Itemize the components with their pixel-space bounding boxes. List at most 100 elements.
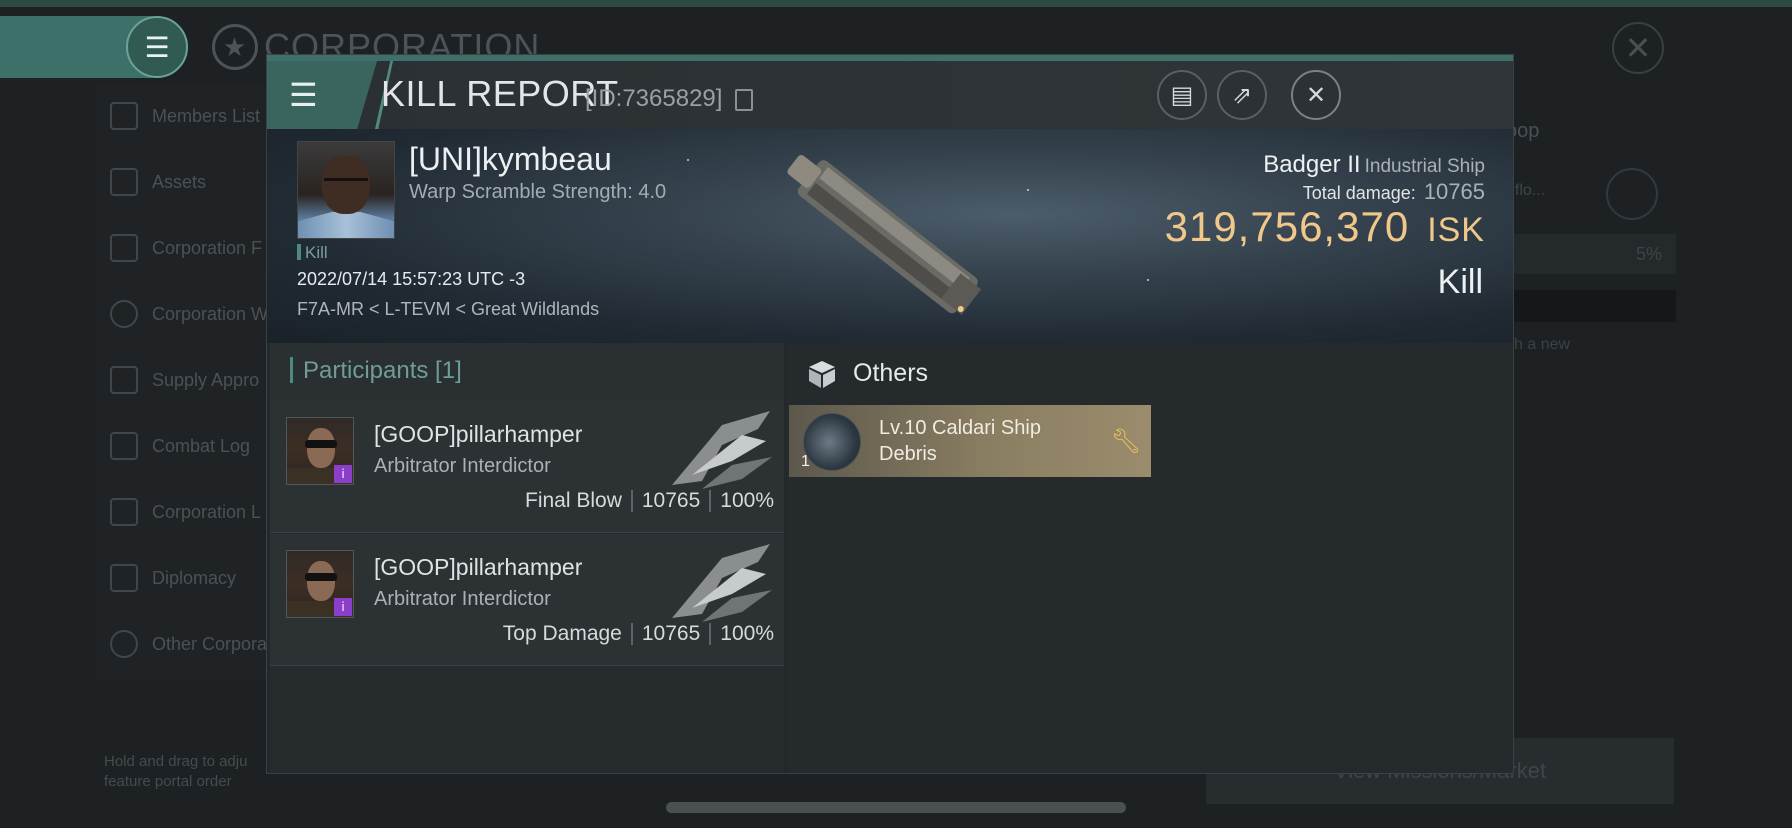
isk-value: 319,756,370 ISK <box>1165 203 1485 251</box>
report-log-button[interactable]: ▤ <box>1157 70 1207 120</box>
sidebar-item-members[interactable]: Members List <box>110 96 260 136</box>
ship-debris-icon <box>803 413 861 471</box>
others-panel: Others 1 Lv.10 Caldari Ship Debris 🔧︎ <box>787 343 1513 773</box>
sidebar-item-other-corp[interactable]: Other Corpora <box>110 624 267 664</box>
participant-row[interactable]: ⅰ [GOOP]pillarhamper Arbitrator Interdic… <box>270 534 784 666</box>
total-damage-value: 10765 <box>1423 179 1485 204</box>
dialog-title: KILL REPORT <box>381 73 619 114</box>
combat-icon <box>110 432 138 460</box>
others-title: Others <box>853 359 929 387</box>
ship-name-text: Badger II <box>1263 151 1361 178</box>
dropped-item[interactable]: 1 Lv.10 Caldari Ship Debris 🔧︎ <box>789 405 1151 477</box>
victim-portrait[interactable] <box>297 141 395 239</box>
pilot-rank-icon: ⅰ <box>334 598 352 616</box>
sidebar-item-label: Assets <box>152 171 207 192</box>
sidebar-item-assets[interactable]: Assets <box>110 162 206 202</box>
corp-star-icon: ★ <box>212 24 258 70</box>
kill-report-dialog: ☰ KILL REPORT [ID:7365829] ▤ ⇗ ✕ [UNI]ky… <box>266 54 1514 774</box>
right-panel-bar <box>1506 290 1676 322</box>
pilot-rank-icon: ⅰ <box>334 465 352 483</box>
sidebar-item-corp-w[interactable]: Corporation W <box>110 294 268 334</box>
sidebar-item-label: Members List <box>152 105 261 126</box>
share-button[interactable]: ⇗ <box>1217 70 1267 120</box>
participant-row[interactable]: ⅰ [GOOP]pillarhamper Arbitrator Interdic… <box>270 401 784 533</box>
members-icon <box>110 102 138 130</box>
dialog-header: ☰ KILL REPORT [ID:7365829] ▤ ⇗ ✕ <box>267 61 1513 129</box>
participant-avatar[interactable]: ⅰ <box>286 550 354 618</box>
item-quantity: 1 <box>801 453 810 470</box>
sidebar-item-corp-f[interactable]: Corporation F <box>110 228 262 268</box>
hamburger-icon: ☰ <box>144 31 170 63</box>
participant-damage: 10765 <box>641 489 701 512</box>
sidebar-item-label: Other Corpora <box>152 633 268 654</box>
isk-unit: ISK <box>1427 211 1485 249</box>
sidebar-item-supply[interactable]: Supply Appro <box>110 360 259 400</box>
participant-name[interactable]: [GOOP]pillarhamper <box>374 554 582 581</box>
pie-icon <box>110 300 138 328</box>
participants-panel: Participants [1] ⅰ [GOOP]pillarhamper Ar… <box>270 343 784 773</box>
sidebar-item-label: Diplomacy <box>152 567 237 588</box>
participant-ship: Arbitrator Interdictor <box>374 455 551 477</box>
participant-role: Final Blow <box>525 489 622 512</box>
cube-icon <box>809 361 835 388</box>
total-damage: Total damage: 10765 <box>1303 179 1485 205</box>
participant-stats: Final Blow 10765 100% <box>525 489 774 513</box>
item-name: Lv.10 Caldari Ship Debris <box>879 417 1041 465</box>
participant-percent: 100% <box>720 622 774 645</box>
supply-icon <box>110 366 138 394</box>
right-panel-percent: 5% <box>1506 234 1676 274</box>
top-accent-bar <box>0 0 1792 7</box>
sidebar-item-diplomacy[interactable]: Diplomacy <box>110 558 236 598</box>
kill-location: F7A-MR < L-TEVM < Great Wildlands <box>297 299 600 319</box>
victim-ship-image <box>787 154 982 315</box>
corp-icon <box>110 630 138 658</box>
diplomacy-icon <box>110 564 138 592</box>
sidebar-item-label: Supply Appro <box>152 369 260 390</box>
sidebar-item-combat-log[interactable]: Combat Log <box>110 426 250 466</box>
victim-ship-name: Badger II Industrial Ship <box>1263 151 1485 179</box>
sidebar-item-label: Corporation L <box>152 501 262 522</box>
corp-close-icon[interactable]: ✕ <box>1612 22 1664 74</box>
assets-icon <box>110 168 138 196</box>
home-indicator <box>666 802 1126 813</box>
participants-header: Participants [1] <box>270 343 784 401</box>
participant-name[interactable]: [GOOP]pillarhamper <box>374 421 582 448</box>
participant-stats: Top Damage 10765 100% <box>503 622 774 646</box>
participants-title: Participants [1] <box>290 357 462 385</box>
sidebar-item-label: Corporation F <box>152 237 263 258</box>
kill-tag-label: Kill <box>305 243 328 262</box>
victim-name[interactable]: [UNI]kymbeau <box>409 141 612 178</box>
log-icon <box>110 498 138 526</box>
participant-percent: 100% <box>720 489 774 512</box>
hold-drag-hint: Hold and drag to adju feature portal ord… <box>104 753 248 790</box>
copy-icon[interactable] <box>735 89 753 111</box>
sidebar-item-corp-l[interactable]: Corporation L <box>110 492 261 532</box>
close-button[interactable]: ✕ <box>1291 70 1341 120</box>
ship-class: Industrial Ship <box>1364 156 1485 177</box>
kill-datetime: 2022/07/14 15:57:23 UTC -3 <box>297 269 526 289</box>
share-icon: ⇗ <box>1231 81 1253 109</box>
external-link-icon[interactable] <box>1606 168 1658 220</box>
warp-scramble-strength: Warp Scramble Strength: 4.0 <box>409 181 667 203</box>
participant-ship: Arbitrator Interdictor <box>374 588 551 610</box>
participant-role: Top Damage <box>502 622 622 645</box>
participant-avatar[interactable]: ⅰ <box>286 417 354 485</box>
document-icon: ▤ <box>1170 81 1194 109</box>
dialog-menu-button[interactable]: ☰ <box>267 61 377 129</box>
total-damage-label: Total damage: <box>1302 183 1416 203</box>
right-panel-hint: sh a new <box>1506 336 1571 353</box>
participant-damage: 10765 <box>641 622 701 645</box>
kill-tag: Kill <box>297 243 328 263</box>
participant-ship-image <box>672 544 772 622</box>
kill-id: [ID:7365829] <box>585 85 723 112</box>
hamburger-icon: ☰ <box>289 77 318 113</box>
participant-ship-image <box>672 411 772 489</box>
victim-banner: [UNI]kymbeau Warp Scramble Strength: 4.0… <box>267 129 1513 343</box>
isk-amount: 319,756,370 <box>1164 203 1410 250</box>
sidebar-item-label: Combat Log <box>152 435 251 456</box>
kill-result: Kill <box>1437 263 1483 301</box>
sidebar-item-label: Corporation W <box>152 303 269 324</box>
close-icon: ✕ <box>1305 81 1327 109</box>
chart-icon <box>110 234 138 262</box>
corp-menu-button[interactable]: ☰ <box>126 16 188 78</box>
